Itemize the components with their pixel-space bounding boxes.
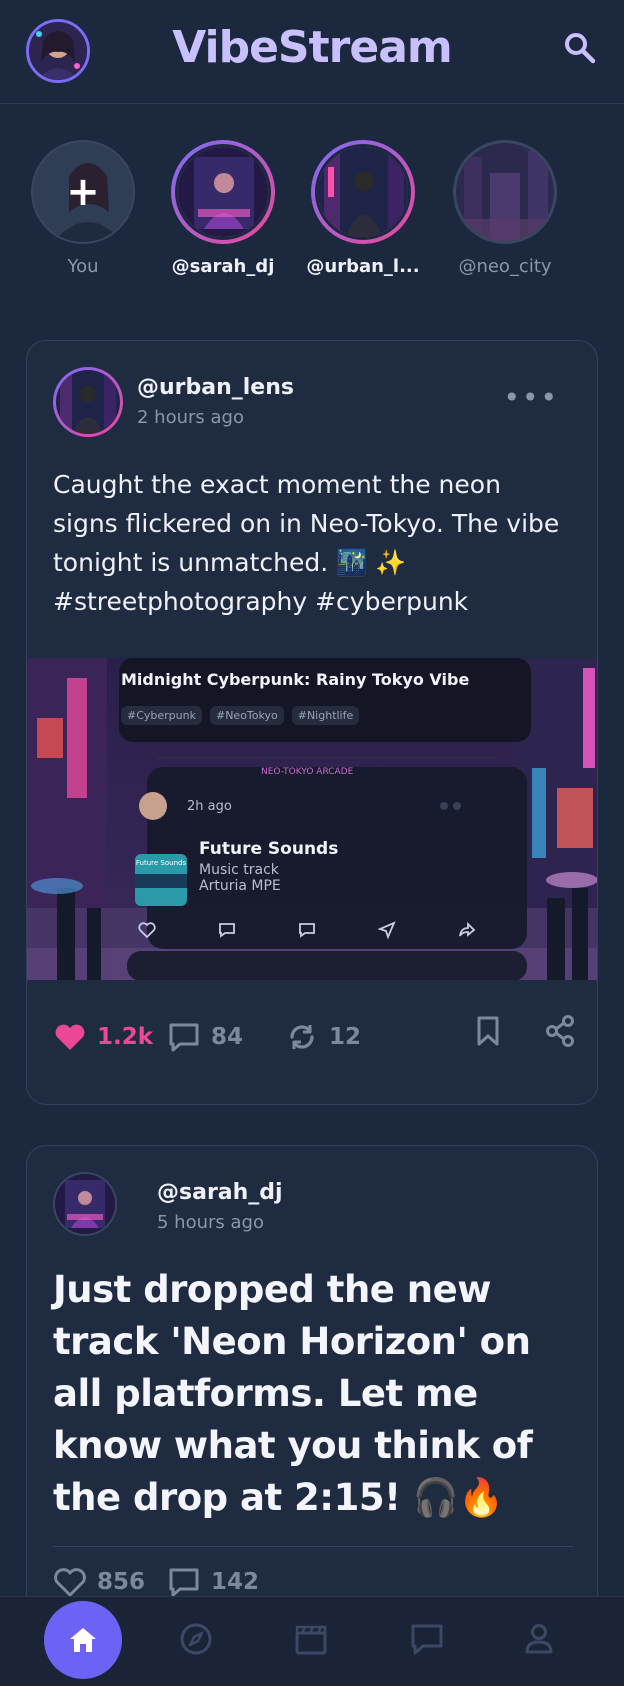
plus-icon[interactable]: + [66, 169, 100, 215]
share-button[interactable] [543, 1011, 577, 1051]
post-actions: 1.2k 84 12 [53, 1015, 574, 1067]
story-avatar [175, 144, 271, 240]
like-count: 1.2k [97, 1024, 154, 1050]
repost-button[interactable]: 12 [285, 1017, 361, 1057]
image-tag: #Cyberpunk [121, 706, 202, 725]
heart-icon [55, 1024, 85, 1050]
image-track-sub: Arturia MPE [199, 878, 281, 894]
story-avatar: + [33, 142, 133, 242]
story-label: @urban_l... [306, 256, 420, 277]
share-icon [546, 1015, 574, 1047]
story-ring: + [31, 140, 135, 244]
story-label: @sarah_dj [171, 256, 275, 277]
story-urban-lens[interactable]: @urban_l... [303, 140, 423, 277]
heart-icon [138, 922, 156, 939]
repost-icon [290, 1025, 314, 1049]
more-options-icon[interactable]: ••• [503, 384, 559, 412]
story-label: @neo_city [458, 256, 552, 277]
story-ring [171, 140, 275, 244]
forward-icon [459, 921, 476, 937]
like-count: 856 [97, 1569, 146, 1595]
comment-button[interactable]: 84 [167, 1017, 243, 1057]
send-icon [377, 921, 396, 940]
clapperboard-icon[interactable] [291, 1619, 331, 1659]
profile-icon[interactable] [519, 1619, 559, 1659]
image-arcade-sign: NEO-TOKYO ARCADE [261, 767, 354, 777]
post-image[interactable]: Midnight Cyberpunk: Rainy Tokyo Vibe #Cy… [27, 658, 597, 980]
image-thumb-label: Future Sounds [135, 859, 187, 867]
divider [53, 1546, 573, 1547]
comment-icon [219, 923, 235, 938]
comment-count: 84 [211, 1024, 244, 1050]
comment-count: 142 [211, 1569, 260, 1595]
story-sarah-dj[interactable]: @sarah_dj [163, 140, 283, 277]
story-avatar [456, 143, 554, 241]
bottom-nav [0, 1596, 624, 1686]
post-text: Just dropped the new track 'Neon Horizon… [53, 1268, 533, 1519]
image-tag: #Nightlife [291, 706, 360, 725]
heart-icon [54, 1568, 86, 1597]
post-avatar[interactable] [53, 1172, 117, 1236]
bookmark-button[interactable] [471, 1011, 505, 1051]
bookmark-icon [477, 1016, 499, 1046]
image-track-sub: Music track [199, 862, 279, 878]
story-you[interactable]: + You [23, 140, 143, 277]
home-icon[interactable] [44, 1601, 122, 1679]
story-ring [311, 140, 415, 244]
post-time: 2 hours ago [137, 407, 244, 428]
stories-row: + You @sarah_dj @urban_l... @neo_city [0, 140, 624, 300]
post-card: @urban_lens 2 hours ago ••• Caught the e… [26, 340, 598, 1105]
search-icon[interactable] [562, 30, 598, 66]
post-avatar[interactable] [53, 367, 123, 437]
image-track-title: Future Sounds [199, 839, 339, 859]
post-text: Caught the exact moment the neon signs f… [53, 470, 560, 616]
app-title: VibeStream [172, 22, 453, 73]
top-header: VibeStream [0, 0, 624, 104]
image-tags: #Cyberpunk #NeoTokyo #Nightlife [121, 706, 360, 725]
like-button[interactable]: 1.2k [53, 1017, 153, 1057]
image-action-row [137, 920, 477, 940]
story-avatar [315, 144, 411, 240]
post-header: @urban_lens 2 hours ago ••• [53, 367, 573, 437]
chat-icon[interactable] [407, 1619, 447, 1659]
story-label: You [67, 256, 99, 277]
image-inner-time: 2h ago [187, 799, 232, 814]
post-username[interactable]: @urban_lens [137, 375, 294, 400]
comment-icon [299, 923, 315, 938]
post-time: 5 hours ago [157, 1212, 264, 1233]
image-tag: #NeoTokyo [209, 706, 284, 725]
comment-icon [169, 1023, 199, 1052]
comment-icon [169, 1568, 199, 1597]
compass-icon[interactable] [176, 1619, 216, 1659]
story-ring [453, 140, 557, 244]
post-username[interactable]: @sarah_dj [157, 1180, 283, 1205]
post-header: @sarah_dj 5 hours ago [53, 1172, 573, 1242]
story-neo-city[interactable]: @neo_city [445, 140, 565, 277]
repost-count: 12 [329, 1024, 362, 1050]
image-title: Midnight Cyberpunk: Rainy Tokyo Vibe [121, 670, 470, 689]
